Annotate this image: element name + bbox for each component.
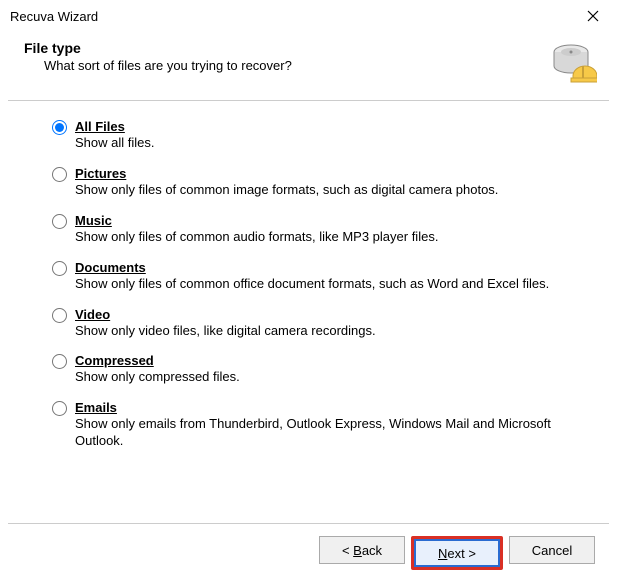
label-video[interactable]: Video (75, 307, 110, 322)
desc-pictures: Show only files of common image formats,… (75, 182, 581, 199)
page-title: File type (24, 40, 292, 56)
next-label: Next > (438, 546, 476, 561)
desc-documents: Show only files of common office documen… (75, 276, 581, 293)
label-compressed[interactable]: Compressed (75, 353, 154, 368)
wizard-header: File type What sort of files are you try… (0, 30, 617, 100)
option-pictures: Pictures Show only files of common image… (52, 166, 581, 199)
next-button[interactable]: Next > (414, 539, 500, 567)
label-pictures[interactable]: Pictures (75, 166, 126, 181)
radio-video[interactable] (52, 308, 67, 323)
window-title: Recuva Wizard (10, 9, 98, 24)
desc-video: Show only video files, like digital came… (75, 323, 581, 340)
options-panel: All Files Show all files. Pictures Show … (0, 101, 617, 474)
option-documents: Documents Show only files of common offi… (52, 260, 581, 293)
desc-emails: Show only emails from Thunderbird, Outlo… (75, 416, 581, 450)
option-emails: Emails Show only emails from Thunderbird… (52, 400, 581, 450)
wizard-footer: < Back Next > Cancel (8, 523, 609, 582)
radio-pictures[interactable] (52, 167, 67, 182)
header-text: File type What sort of files are you try… (24, 36, 292, 73)
close-icon[interactable] (579, 5, 607, 27)
back-button[interactable]: < Back (319, 536, 405, 564)
radio-all-files[interactable] (52, 120, 67, 135)
back-label: < Back (342, 543, 382, 558)
desc-music: Show only files of common audio formats,… (75, 229, 581, 246)
option-compressed: Compressed Show only compressed files. (52, 353, 581, 386)
option-video: Video Show only video files, like digita… (52, 307, 581, 340)
option-all-files: All Files Show all files. (52, 119, 581, 152)
page-subtitle: What sort of files are you trying to rec… (24, 58, 292, 73)
drive-helmet-icon (549, 38, 597, 86)
radio-music[interactable] (52, 214, 67, 229)
option-music: Music Show only files of common audio fo… (52, 213, 581, 246)
cancel-button[interactable]: Cancel (509, 536, 595, 564)
titlebar: Recuva Wizard (0, 0, 617, 30)
label-documents[interactable]: Documents (75, 260, 146, 275)
radio-documents[interactable] (52, 261, 67, 276)
radio-emails[interactable] (52, 401, 67, 416)
next-highlight: Next > (411, 536, 503, 570)
label-all-files[interactable]: All Files (75, 119, 125, 134)
desc-compressed: Show only compressed files. (75, 369, 581, 386)
label-emails[interactable]: Emails (75, 400, 117, 415)
radio-compressed[interactable] (52, 354, 67, 369)
desc-all-files: Show all files. (75, 135, 581, 152)
label-music[interactable]: Music (75, 213, 112, 228)
